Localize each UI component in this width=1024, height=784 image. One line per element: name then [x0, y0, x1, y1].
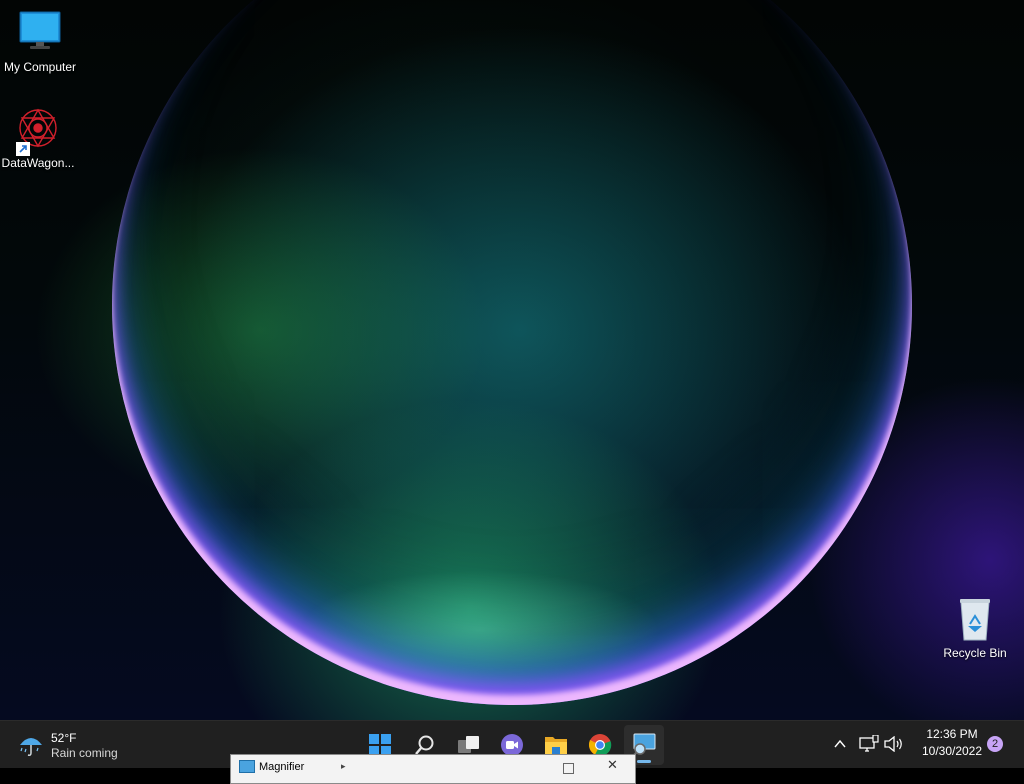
folder-icon: [545, 737, 567, 754]
shortcut-arrow-icon: [16, 142, 30, 156]
desktop-icon-datawagon[interactable]: DataWagon...: [0, 106, 78, 170]
desktop-icon-recycle-bin[interactable]: Recycle Bin: [935, 596, 1015, 660]
desktop-icon-label: Recycle Bin: [943, 646, 1007, 660]
weather-temperature: 52°F: [51, 731, 77, 745]
desktop-icon-label: DataWagon...: [1, 156, 75, 170]
magnifier-window[interactable]: Magnifier ▸ ✕: [230, 754, 636, 784]
desktop-background: My Computer DataWagon... Recycle Bin: [0, 0, 1024, 720]
taskbar-clock[interactable]: 12:36 PM 10/30/2022: [906, 726, 998, 760]
tray-volume-button[interactable]: [882, 731, 906, 759]
windows-start-icon: [369, 734, 391, 756]
network-icon: [859, 735, 879, 752]
weather-widget[interactable]: 52°F Rain coming: [16, 729, 146, 761]
umbrella-rain-icon: [20, 738, 42, 756]
clock-time: 12:36 PM: [926, 727, 978, 741]
notification-badge[interactable]: 2: [987, 736, 1003, 752]
tray-overflow-button[interactable]: [830, 731, 850, 759]
magnifier-window-icon: [239, 760, 255, 773]
tray-network-button[interactable]: [857, 731, 881, 759]
magnifier-window-title: Magnifier: [259, 761, 305, 773]
close-button[interactable]: ✕: [607, 757, 618, 773]
recycle-bin-icon: [951, 596, 999, 644]
task-view-icon: [458, 736, 479, 753]
maximize-button[interactable]: [563, 763, 574, 774]
desktop-icon-my-computer[interactable]: My Computer: [0, 10, 80, 74]
search-icon: [415, 735, 434, 755]
datawagon-shortcut-icon: [14, 106, 62, 156]
clock-date: 10/30/2022: [921, 744, 983, 758]
desktop-icon-label: My Computer: [3, 60, 77, 74]
volume-icon: [884, 736, 902, 752]
monitor-icon: [16, 10, 64, 58]
chevron-right-icon[interactable]: ▸: [341, 761, 346, 772]
wallpaper-glow: [300, 570, 660, 690]
weather-description: Rain coming: [51, 746, 118, 760]
running-indicator: [637, 760, 651, 763]
chevron-up-icon: [834, 739, 846, 748]
